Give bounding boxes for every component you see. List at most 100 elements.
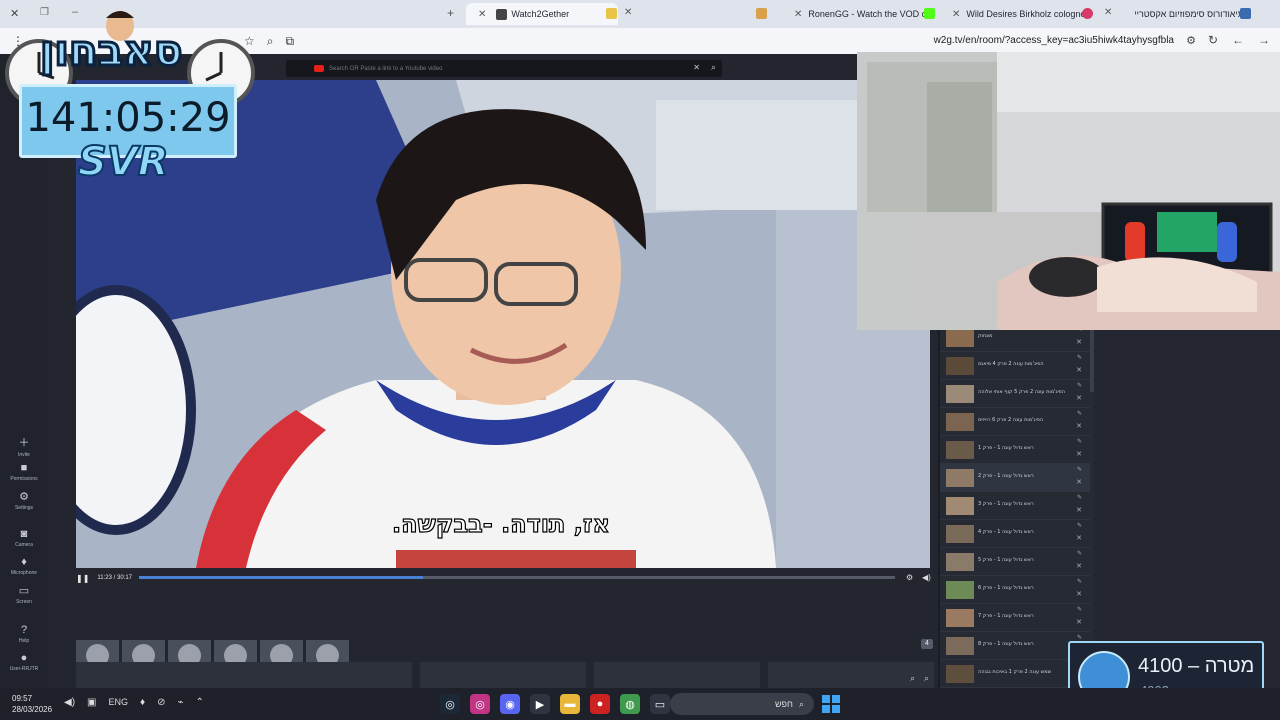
edit-icon[interactable]: ✎ <box>1077 354 1082 361</box>
sidebar-item-camera[interactable]: ◙ Camera <box>0 528 48 548</box>
person-plus-icon: ＋ <box>18 437 30 449</box>
restore-window-icon[interactable]: ❐ <box>40 7 49 18</box>
video-search-input[interactable]: Search OR Paste a link to a Youtube vide… <box>329 66 442 72</box>
playlist-item[interactable]: ראש גדול עונה 1 - פרק 5 ✎ ✕ <box>940 548 1090 576</box>
flag-tab-icon[interactable] <box>756 8 767 19</box>
tab-ronengg[interactable]: ✕ RonenGG - Watch the VOD on <box>782 3 932 25</box>
close-tab-icon[interactable]: ✕ <box>624 7 632 18</box>
steam-app-icon[interactable]: ◎ <box>440 694 460 714</box>
playlist-item[interactable]: הפיג'מות עונה 2 פרק 6 רוייזיס ✎ ✕ <box>940 408 1090 436</box>
remove-icon[interactable]: ✕ <box>1076 338 1082 346</box>
network-icon[interactable]: ▣ <box>87 697 96 708</box>
tab-watch2gether[interactable]: ✕ Watch2Gether <box>466 3 618 25</box>
system-clock[interactable]: 09:57 28/03/2026 <box>12 693 52 715</box>
zoom-icon[interactable]: ⌕ <box>267 34 274 49</box>
close-tab-icon[interactable]: ✕ <box>1104 7 1112 18</box>
sidebar-item-help[interactable]: ? Help <box>0 624 48 644</box>
edit-icon[interactable]: ✎ <box>1077 382 1082 389</box>
gear-icon: ⚙ <box>19 491 29 503</box>
playlist-item[interactable]: ראש גדול עונה 1 - פרק 4 ✎ ✕ <box>940 520 1090 548</box>
install-app-icon[interactable]: ⧉ <box>286 34 295 49</box>
tab-wild-desires[interactable]: ✕ Wild Desires Birkholz cologne <box>940 3 1090 25</box>
edit-icon[interactable]: ✎ <box>1077 550 1082 557</box>
media-player-app-icon[interactable]: ▶ <box>530 694 550 714</box>
playlist-item[interactable]: מצחוק ✎ ✕ <box>940 330 1090 352</box>
sidebar-item-invite[interactable]: ＋ Invite <box>0 434 48 458</box>
reload-icon[interactable]: ↻ <box>1208 33 1218 47</box>
close-tab-icon[interactable]: ✕ <box>952 9 960 20</box>
remove-icon[interactable]: ✕ <box>1076 590 1082 598</box>
remove-icon[interactable]: ✕ <box>1076 618 1082 626</box>
volume-tray-icon[interactable]: ◀) <box>64 697 75 708</box>
webcam-image <box>857 52 1280 330</box>
close-window-icon[interactable]: ✕ <box>10 7 19 20</box>
discord-app-icon[interactable]: ◉ <box>500 694 520 714</box>
close-tab-icon[interactable]: ✕ <box>794 9 802 20</box>
remove-icon[interactable]: ✕ <box>1076 366 1082 374</box>
edit-icon[interactable]: ✎ <box>1077 438 1082 445</box>
search-icon[interactable]: ⌕ <box>711 62 716 73</box>
edit-icon[interactable]: ✎ <box>1077 410 1082 417</box>
sidebar-item-microphone[interactable]: ♦ Microphone <box>0 556 48 576</box>
url-field[interactable]: w2g.tv/en/room/?access_key=ac3iu5hiwk4ta… <box>934 35 1174 46</box>
microphone-tray-icon[interactable]: ♦ <box>140 697 145 708</box>
clear-search-icon[interactable]: ✕ <box>693 63 700 72</box>
edit-icon[interactable]: ✎ <box>1077 522 1082 529</box>
remove-icon[interactable]: ✕ <box>1076 506 1082 514</box>
task-view-app-icon[interactable]: ▭ <box>650 694 670 714</box>
edit-icon[interactable]: ✎ <box>1077 466 1082 473</box>
remove-icon[interactable]: ✕ <box>1076 562 1082 570</box>
playlist-item[interactable]: הפיג'מות עונה 2 פרק 5 קוף אותי אלוהה ✎ ✕ <box>940 380 1090 408</box>
obs-app-icon[interactable]: ● <box>590 694 610 714</box>
wifi-off-icon[interactable]: ⌁ <box>178 697 184 708</box>
remove-icon[interactable]: ✕ <box>1076 394 1082 402</box>
close-tab-icon[interactable]: ✕ <box>478 9 486 20</box>
remove-icon[interactable]: ✕ <box>1076 422 1082 430</box>
bottom-panel <box>76 662 412 688</box>
playlist-item[interactable]: הפיג'מות עונה 2 פרק 4 סיאנס ✎ ✕ <box>940 352 1090 380</box>
site-settings-icon[interactable]: ⚙ <box>1186 34 1196 47</box>
clock-date: 28/03/2026 <box>12 705 53 714</box>
bracket-tab-icon <box>1240 8 1251 19</box>
video-search-bar[interactable]: Search OR Paste a link to a Youtube vide… <box>286 60 722 77</box>
playlist-item[interactable]: ראש גדול עונה 1 - פרק 6 ✎ ✕ <box>940 576 1090 604</box>
chrome-app-icon[interactable]: ◍ <box>620 694 640 714</box>
instagram-app-icon[interactable]: ◎ <box>470 694 490 714</box>
edit-icon[interactable]: ✎ <box>1077 578 1082 585</box>
file-explorer-app-icon[interactable]: ▬ <box>560 694 580 714</box>
minimize-window-icon[interactable]: – <box>72 6 78 18</box>
volume-icon[interactable]: ◀) <box>922 573 931 582</box>
notifications-off-icon[interactable]: ⊘ <box>157 697 165 708</box>
playlist-item[interactable]: ראש גדול עונה 1 - פרק 7 ✎ ✕ <box>940 604 1090 632</box>
zoom-out-icon[interactable]: ⌕ <box>924 673 929 684</box>
remove-icon[interactable]: ✕ <box>1076 478 1082 486</box>
sidebar-item-screen[interactable]: ▭ Screen <box>0 584 48 605</box>
progress-bar[interactable] <box>139 576 895 579</box>
playlist-item[interactable]: ראש גדול עונה 1 - פרק 2 ✎ ✕ <box>940 464 1090 492</box>
edit-icon[interactable]: ✎ <box>1077 606 1082 613</box>
pause-icon[interactable]: ❚❚ <box>76 574 89 583</box>
taskbar-search[interactable]: חפש ⌕ <box>670 693 814 715</box>
playlist-item[interactable]: ראש גדול עונה 1 - פרק 3 ✎ ✕ <box>940 492 1090 520</box>
windows-start-icon[interactable] <box>822 695 840 713</box>
show-hidden-icons[interactable]: ⌃ <box>196 697 204 708</box>
edit-icon[interactable]: ✎ <box>1077 634 1082 641</box>
back-icon[interactable]: → <box>1258 33 1270 47</box>
bottom-panel <box>420 662 586 688</box>
remove-icon[interactable]: ✕ <box>1076 534 1082 542</box>
remove-icon[interactable]: ✕ <box>1076 450 1082 458</box>
sidebar-item-user[interactable]: ● User-RRJTR <box>0 652 48 672</box>
language-indicator[interactable]: ENG <box>108 697 128 708</box>
sidebar-item-permissions[interactable]: ■ Permissions <box>0 462 48 482</box>
forward-icon[interactable]: ← <box>1232 33 1244 47</box>
sidebar-item-settings[interactable]: ⚙ Settings <box>0 490 48 511</box>
player-settings-icon[interactable]: ⚙ <box>906 573 913 582</box>
zoom-in-icon[interactable]: ⌕ <box>910 673 915 684</box>
edit-icon[interactable]: ✎ <box>1077 330 1082 333</box>
edit-icon[interactable]: ✎ <box>1077 494 1082 501</box>
playlist-item[interactable]: ראש גדול עונה 1 - פרק 1 ✎ ✕ <box>940 436 1090 464</box>
tab-theodoros[interactable]: תיאודורוס סימפוזיום אקסטריי <box>1122 3 1250 25</box>
playlist-item-title: ראש גדול עונה 1 - פרק 2 <box>978 473 1034 479</box>
new-tab-icon[interactable]: + <box>447 6 454 20</box>
w-tab-icon[interactable] <box>606 8 617 19</box>
